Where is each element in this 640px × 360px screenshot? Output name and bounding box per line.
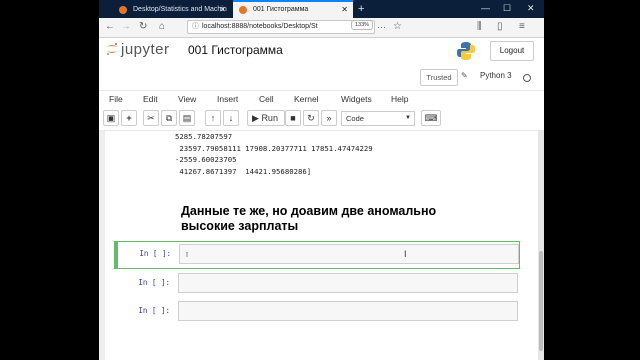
sidebar-icon[interactable]: ▯ [497, 20, 503, 34]
back-icon[interactable]: ← [105, 20, 115, 34]
kernel-name[interactable]: Python 3 [480, 71, 512, 80]
library-icon[interactable]: ⫼ [477, 20, 482, 34]
url-text: localhost:8888/notebooks/Desktop/St [202, 23, 318, 30]
text-cursor-icon: I [404, 249, 407, 259]
chevron-down-icon: ▼ [405, 115, 411, 121]
code-cell[interactable]: In [ ]: [114, 299, 520, 323]
logout-button[interactable]: Logout [490, 41, 534, 61]
close-tab-icon[interactable]: ✕ [341, 2, 348, 18]
notebook-page: 5285.78207597 23597.79058111 17908.20377… [105, 131, 538, 360]
menu-bar: File Edit View Insert Cell Kernel Widget… [99, 90, 544, 108]
tab-label: Desktop/Statistics and Machin [133, 6, 227, 13]
jupyter-favicon-icon [239, 6, 247, 14]
menu-kernel[interactable]: Kernel [294, 93, 319, 106]
maximize-icon[interactable]: ☐ [503, 0, 511, 17]
cell-prompt: In [ ]: [139, 249, 171, 258]
cell-prompt: In [ ]: [138, 278, 170, 287]
reload-icon[interactable]: ↻ [139, 20, 147, 34]
kernel-status-icon [523, 74, 531, 82]
markdown-heading-line: Данные те же, но доавим две аномально [181, 204, 437, 218]
output-line: 5285.78207597 [175, 132, 233, 141]
cursor-icon: ▯ [185, 250, 190, 258]
insert-cell-icon[interactable]: + [121, 110, 137, 126]
restart-run-all-icon[interactable]: » [321, 110, 337, 126]
copy-icon[interactable]: ⧉ [161, 110, 177, 126]
menu-icon[interactable]: ≡ [519, 20, 525, 34]
menu-cell[interactable]: Cell [259, 93, 274, 106]
output-line: 41267.8671397 14421.95680286] [175, 167, 312, 176]
cell-type-select[interactable]: Code ▼ [341, 111, 415, 126]
minimize-icon[interactable]: — [481, 0, 490, 17]
trusted-badge[interactable]: Trusted [420, 69, 458, 86]
zoom-indicator[interactable]: 133% [351, 20, 373, 30]
output-line: -2559.60023705 [175, 155, 237, 164]
run-label: Run [261, 113, 278, 123]
menu-file[interactable]: File [109, 93, 123, 106]
scrollbar[interactable] [538, 131, 544, 360]
menu-view[interactable]: View [178, 93, 196, 106]
tab-notebook[interactable]: 001 Гистограмма ✕ [233, 0, 353, 18]
cell-editor[interactable]: ▯ I [179, 244, 519, 264]
jupyter-favicon-icon [119, 6, 127, 14]
notebook-area: 5285.78207597 23597.79058111 17908.20377… [99, 131, 544, 360]
new-tab-icon[interactable]: + [358, 1, 364, 17]
restart-icon[interactable]: ↻ [303, 110, 319, 126]
tab-label: 001 Гистограмма [253, 6, 309, 13]
menu-insert[interactable]: Insert [217, 93, 238, 106]
menu-edit[interactable]: Edit [143, 93, 158, 106]
cell-prompt: In [ ]: [138, 306, 170, 315]
notebook-toolbar: ▣ + ✂ ⧉ ▤ ↑ ↓ ▶ Run ■ ↻ » Code ▼ ⌨ [99, 108, 544, 131]
python-logo-icon [457, 42, 475, 60]
command-palette-icon[interactable]: ⌨ [421, 110, 441, 126]
cell-editor[interactable] [178, 301, 518, 321]
bookmark-star-icon[interactable]: ☆ [393, 20, 402, 34]
navigation-bar: ← → ↻ ⌂ ⓘ localhost:8888/notebooks/Deskt… [99, 18, 544, 38]
page-actions-icon[interactable]: ··· [377, 21, 386, 33]
jupyter-wordmark[interactable]: jupyter [121, 41, 170, 58]
address-bar[interactable]: ⓘ localhost:8888/notebooks/Desktop/St [187, 20, 375, 34]
move-down-icon[interactable]: ↓ [223, 110, 239, 126]
tab-desktop[interactable]: Desktop/Statistics and Machin ✕ [113, 2, 231, 18]
output-line: 23597.79058111 17908.20377711 17851.4747… [175, 144, 373, 153]
cell-editor[interactable] [178, 273, 518, 293]
move-up-icon[interactable]: ↑ [205, 110, 221, 126]
scrollbar-thumb[interactable] [539, 251, 543, 351]
save-icon[interactable]: ▣ [103, 110, 119, 126]
menu-help[interactable]: Help [391, 93, 408, 106]
tab-bar: Desktop/Statistics and Machin ✕ 001 Гист… [99, 0, 544, 18]
menu-widgets[interactable]: Widgets [341, 93, 372, 106]
notebook-title[interactable]: 001 Гистограмма [188, 43, 283, 57]
run-button[interactable]: ▶ Run [247, 110, 285, 126]
jupyter-header: jupyter 001 Гистограмма Logout Trusted ✎… [99, 38, 544, 90]
forward-icon[interactable]: → [121, 20, 131, 34]
info-icon: ⓘ [192, 23, 199, 30]
jupyter-logo-icon[interactable] [105, 42, 119, 56]
interrupt-icon[interactable]: ■ [285, 110, 301, 126]
home-icon[interactable]: ⌂ [159, 20, 165, 34]
code-cell[interactable]: In [ ]: [114, 271, 520, 295]
run-icon: ▶ [252, 113, 259, 123]
browser-window: Desktop/Statistics and Machin ✕ 001 Гист… [99, 0, 544, 360]
markdown-heading-line: высокие зарплаты [181, 219, 299, 233]
cell-type-value: Code [346, 114, 364, 123]
code-cell-selected[interactable]: In [ ]: ▯ I [114, 241, 520, 269]
cut-icon[interactable]: ✂ [143, 110, 159, 126]
edit-pencil-icon[interactable]: ✎ [461, 71, 468, 80]
close-window-icon[interactable]: ✕ [527, 0, 535, 17]
paste-icon[interactable]: ▤ [179, 110, 195, 126]
close-tab-icon[interactable]: ✕ [219, 2, 226, 18]
